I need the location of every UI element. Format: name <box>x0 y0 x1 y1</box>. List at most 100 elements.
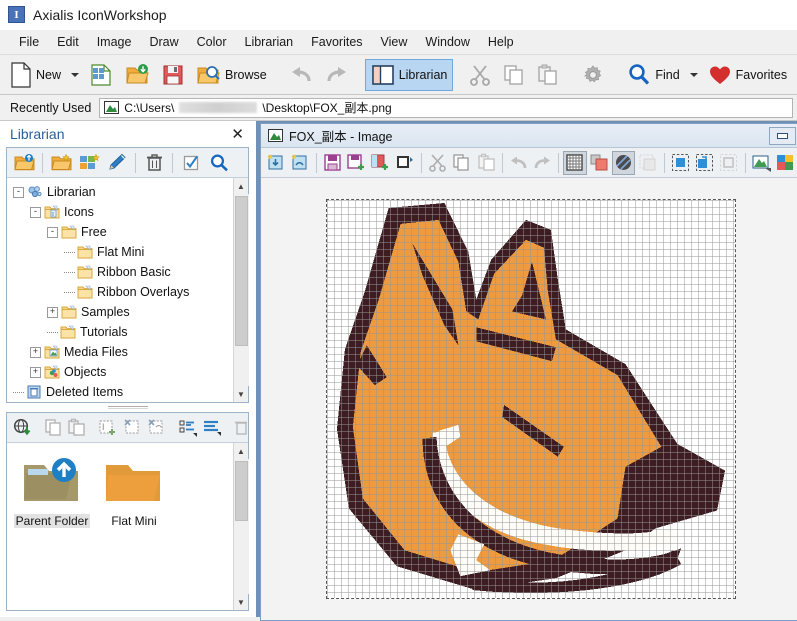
thumbnail-grid[interactable]: Parent FolderFlat Mini <box>7 443 233 610</box>
image-save-all-button[interactable] <box>369 151 392 175</box>
add-item-button[interactable]: I <box>97 416 119 440</box>
download-web-button[interactable] <box>11 416 33 440</box>
tree-item-ribbon-basic[interactable]: Ribbon Basic <box>11 262 233 282</box>
tree-item-flat-mini[interactable]: Flat Mini <box>11 242 233 262</box>
toggle-transparency-button[interactable] <box>588 151 611 175</box>
image-canvas-area[interactable] <box>261 178 797 620</box>
image-save-as-button[interactable] <box>345 151 368 175</box>
librarian-button[interactable]: Librarian <box>365 59 454 91</box>
menu-item-edit[interactable]: Edit <box>48 32 88 52</box>
menu-item-window[interactable]: Window <box>416 32 478 52</box>
image-effects-button[interactable] <box>749 151 772 175</box>
resize-button[interactable] <box>693 151 716 175</box>
sort-button[interactable] <box>177 416 199 440</box>
import-alt-button[interactable] <box>288 151 311 175</box>
tree-scroll-up-button[interactable]: ▲ <box>234 178 249 194</box>
menu-item-favorites[interactable]: Favorites <box>302 32 371 52</box>
collapse-toggle-icon[interactable]: - <box>13 187 24 198</box>
rename-button[interactable] <box>104 151 130 175</box>
tree-vertical-scrollbar[interactable]: ▲ ▼ <box>233 178 248 402</box>
content-delete-button[interactable] <box>233 416 248 440</box>
tree-item-free[interactable]: -Free <box>11 222 233 242</box>
tree-scroll-thumb[interactable] <box>235 196 248 346</box>
favorites-button[interactable]: Favorites <box>702 59 793 91</box>
find-dropdown-caret[interactable] <box>690 73 698 77</box>
image-cut-button[interactable] <box>426 151 449 175</box>
image-save-button[interactable] <box>321 151 344 175</box>
open-button[interactable] <box>119 59 156 91</box>
menu-item-color[interactable]: Color <box>188 32 236 52</box>
menu-item-draw[interactable]: Draw <box>140 32 187 52</box>
expand-toggle-icon[interactable]: + <box>30 367 41 378</box>
thumbnail-item[interactable]: Parent Folder <box>11 451 93 530</box>
find-button[interactable]: Find <box>621 59 685 91</box>
tree-item-librarian[interactable]: -Librarian <box>11 182 233 202</box>
favorites-label: Favorites <box>736 68 787 82</box>
selection-dim-button[interactable] <box>636 151 659 175</box>
thumbnails-vertical-scrollbar[interactable]: ▲ ▼ <box>233 443 248 610</box>
new-button[interactable]: New <box>4 59 67 91</box>
cut-button[interactable] <box>463 59 497 91</box>
librarian-tree[interactable]: -Librarian-IIcons-FreeFlat MiniRibbon Ba… <box>7 178 233 402</box>
crop-button[interactable] <box>717 151 740 175</box>
image-canvas[interactable] <box>326 199 736 599</box>
extract-alt-button[interactable] <box>145 416 167 440</box>
copy-button[interactable] <box>497 59 531 91</box>
tree-item-deleted-items[interactable]: Deleted Items <box>11 382 233 402</box>
menu-item-librarian[interactable]: Librarian <box>236 32 303 52</box>
image-redo-button[interactable] <box>531 151 554 175</box>
search-button[interactable] <box>206 151 232 175</box>
tree-item-media-files[interactable]: +Media Files <box>11 342 233 362</box>
recent-path-field[interactable]: C:\Users\\Desktop\FOX_副本.png <box>99 98 793 118</box>
tree-item-ribbon-overlays[interactable]: Ribbon Overlays <box>11 282 233 302</box>
collapse-toggle-icon[interactable]: - <box>47 227 58 238</box>
image-paste-button[interactable] <box>474 151 497 175</box>
select-check-button[interactable] <box>178 151 204 175</box>
tree-scroll-down-button[interactable]: ▼ <box>234 386 249 402</box>
toggle-grid-button[interactable] <box>563 151 586 175</box>
settings-button[interactable] <box>575 59 611 91</box>
content-copy-button[interactable] <box>43 416 64 440</box>
thumbs-scroll-down-button[interactable]: ▼ <box>234 594 249 610</box>
expand-toggle-icon[interactable]: + <box>47 307 58 318</box>
image-copy-button[interactable] <box>450 151 473 175</box>
expand-toggle-icon[interactable]: + <box>30 347 41 358</box>
new-image-button[interactable] <box>83 59 119 91</box>
thumbnail-item[interactable]: Flat Mini <box>93 451 175 530</box>
collapse-toggle-icon[interactable]: - <box>30 207 41 218</box>
save-button[interactable] <box>156 59 190 91</box>
close-icon[interactable]: ✕ <box>228 127 247 142</box>
tree-item-tutorials[interactable]: Tutorials <box>11 322 233 342</box>
tree-item-samples[interactable]: +Samples <box>11 302 233 322</box>
open-library-button[interactable] <box>11 151 37 175</box>
toggle-hatch-button[interactable] <box>612 151 635 175</box>
browse-button[interactable]: Browse <box>190 59 273 91</box>
list-view-button[interactable] <box>201 416 223 440</box>
new-icon-project-button[interactable] <box>76 151 102 175</box>
new-library-button[interactable] <box>48 151 74 175</box>
thumbs-scroll-thumb[interactable] <box>235 461 248 521</box>
thumbs-scroll-track[interactable] <box>234 459 249 594</box>
new-dropdown-caret[interactable] <box>71 73 79 77</box>
tree-item-icons[interactable]: -IIcons <box>11 202 233 222</box>
menu-item-view[interactable]: View <box>372 32 417 52</box>
menu-item-image[interactable]: Image <box>88 32 141 52</box>
redo-button[interactable] <box>319 59 355 91</box>
image-undo-button[interactable] <box>507 151 530 175</box>
image-save-frame-button[interactable] <box>394 151 417 175</box>
menu-item-file[interactable]: File <box>10 32 48 52</box>
select-all-button[interactable] <box>669 151 692 175</box>
tree-scroll-track[interactable] <box>234 194 249 386</box>
dock-splitter[interactable] <box>0 403 255 412</box>
thumbs-scroll-up-button[interactable]: ▲ <box>234 443 249 459</box>
import-button[interactable] <box>264 151 287 175</box>
restore-window-button[interactable] <box>769 127 796 145</box>
content-paste-button[interactable] <box>66 416 87 440</box>
tree-item-objects[interactable]: +Objects <box>11 362 233 382</box>
undo-button[interactable] <box>283 59 319 91</box>
extract-button[interactable] <box>121 416 143 440</box>
color-palette-button[interactable] <box>774 151 797 175</box>
delete-button[interactable] <box>141 151 167 175</box>
menu-item-help[interactable]: Help <box>479 32 523 52</box>
paste-button[interactable] <box>531 59 565 91</box>
